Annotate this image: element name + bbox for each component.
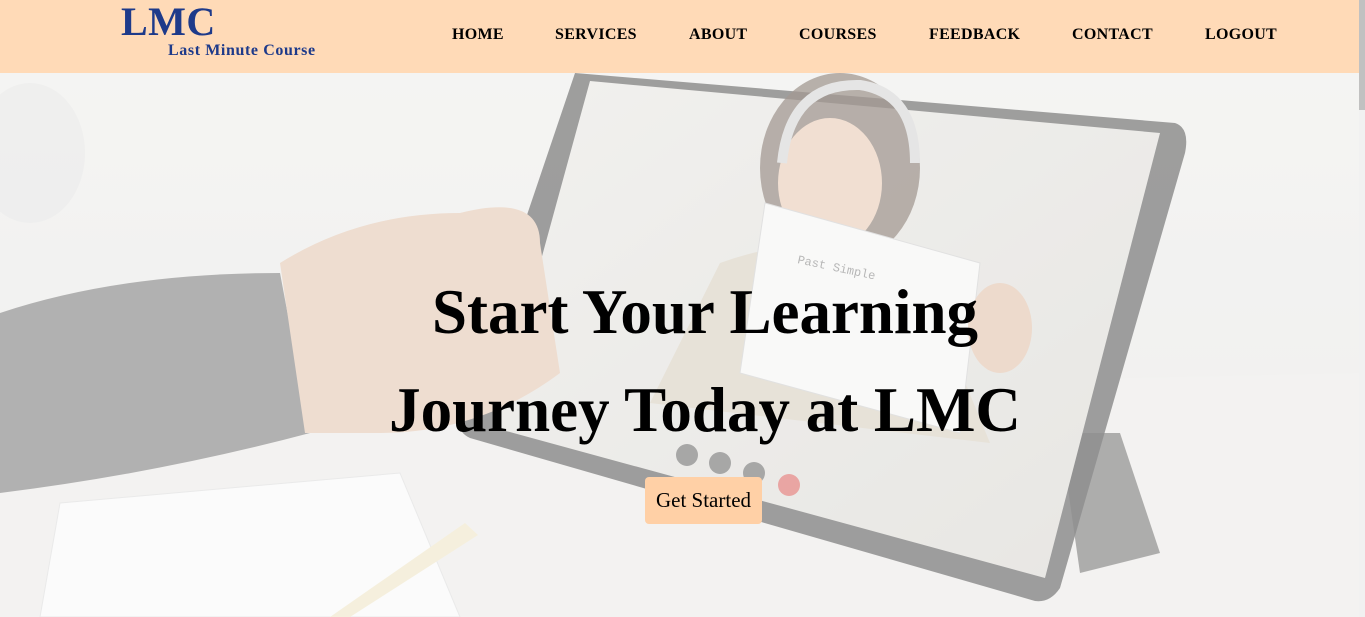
brand-title: LMC: [121, 0, 216, 44]
nav-about[interactable]: ABOUT: [689, 26, 747, 44]
nav-logout[interactable]: LOGOUT: [1205, 26, 1277, 44]
nav-feedback[interactable]: FEEDBACK: [929, 26, 1020, 44]
nav-services[interactable]: SERVICES: [555, 26, 637, 44]
nav-home[interactable]: HOME: [452, 26, 504, 44]
page-scrollbar-thumb[interactable]: [1359, 0, 1365, 110]
brand-subtitle: Last Minute Course: [168, 42, 316, 59]
hero-section: Past Simple Start Your Learning Journey …: [0, 73, 1359, 617]
brand-logo[interactable]: LMC Last Minute Course: [121, 2, 341, 68]
nav-courses[interactable]: COURSES: [799, 26, 877, 44]
hero-heading: Start Your Learning Journey Today at LMC: [0, 263, 1359, 459]
hero-heading-line-1: Start Your Learning: [431, 277, 979, 347]
hero-heading-line-2: Journey Today at LMC: [389, 375, 1021, 445]
top-navbar: LMC Last Minute Course HOME SERVICES ABO…: [0, 0, 1359, 73]
nav-contact[interactable]: CONTACT: [1072, 26, 1153, 44]
get-started-button[interactable]: Get Started: [645, 477, 762, 524]
